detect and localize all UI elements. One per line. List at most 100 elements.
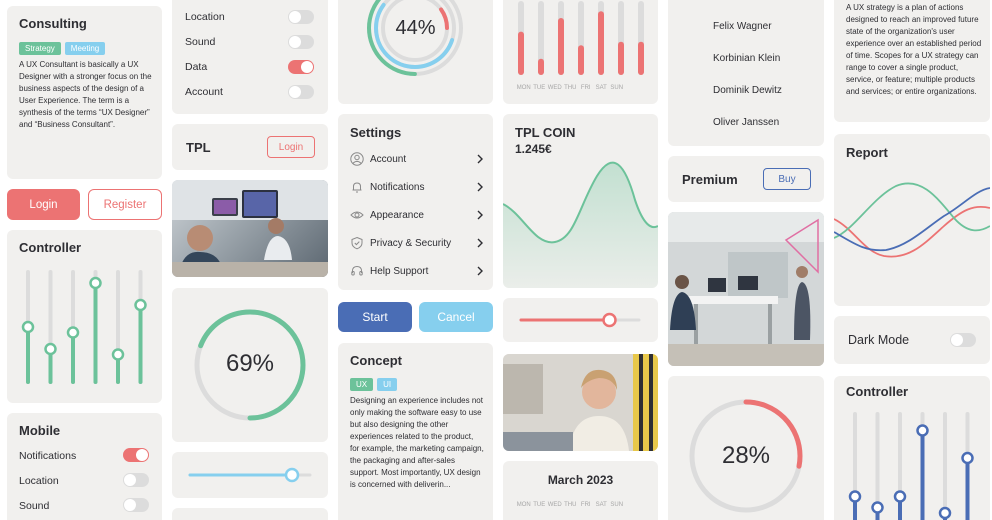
toggle-label-sound: Sound (185, 36, 216, 48)
coin-wave-chart (503, 161, 658, 288)
tpl-card: TPL Login (172, 124, 328, 170)
tag-strategy[interactable]: Strategy (19, 42, 61, 55)
register-button[interactable]: Register (88, 189, 162, 220)
tpl-title: TPL (186, 140, 211, 155)
chevron-right-icon (477, 154, 483, 164)
tpl-login-button[interactable]: Login (267, 136, 315, 158)
progress-28-label: 28% (721, 442, 771, 469)
calendar-card: March 2023 MON TUE WED THU FRI SAT SUN (503, 461, 658, 520)
weekly-bars-card: MON TUE WED THU FRI SAT SUN (503, 0, 658, 104)
strategy-text: A UX strategy is a plan of actions desig… (846, 3, 982, 96)
dark-mode-toggle[interactable] (950, 333, 976, 347)
toggles-card: Location Sound Data Account (172, 0, 328, 114)
slider-blue[interactable] (172, 452, 328, 498)
list-item[interactable]: Felix Wagner (713, 21, 772, 32)
day-label: SUN (610, 85, 624, 91)
concept-tags: UX UI (350, 374, 401, 392)
list-item[interactable]: Dominik Dewitz (713, 85, 782, 96)
dark-mode-label: Dark Mode (848, 333, 910, 347)
mobile-card: Mobile Notifications Location Sound (7, 413, 162, 520)
settings-item-label: Privacy & Security (370, 237, 452, 249)
controller-card-left: Controller (7, 230, 162, 403)
concept-text: Designing an experience includes not onl… (350, 396, 484, 489)
slider-blue-card (172, 452, 328, 498)
mobile-toggle-notifications[interactable] (123, 448, 149, 462)
settings-item-privacy[interactable]: Privacy & Security (350, 233, 484, 253)
calendar-days: MON TUE WED THU FRI SAT SUN (516, 502, 625, 508)
slider-handle (44, 342, 57, 356)
woman-photo-image (503, 354, 658, 451)
slider-handle (848, 490, 862, 503)
premium-title: Premium (682, 172, 738, 187)
progress-69-label: 69% (225, 350, 275, 377)
controller-sliders[interactable] (7, 230, 162, 403)
day-label: TUE (533, 502, 546, 508)
user-icon (350, 152, 364, 166)
tag-ux[interactable]: UX (350, 378, 374, 391)
toggle-account[interactable] (288, 85, 314, 99)
slider-handle (871, 501, 884, 514)
settings-card: Settings Account Notifications Appearanc… (338, 114, 493, 290)
report-wave-chart (834, 182, 990, 258)
settings-item-help[interactable]: Help Support (350, 261, 484, 281)
toggle-sound[interactable] (288, 35, 314, 49)
consulting-text: A UX Consultant is basically a UX Design… (19, 60, 152, 129)
slider-handle (21, 320, 35, 334)
toggle-location[interactable] (288, 10, 314, 24)
settings-title: Settings (350, 125, 402, 140)
bell-icon (352, 182, 362, 193)
day-label: SAT (595, 502, 607, 508)
login-button[interactable]: Login (7, 189, 80, 220)
slider-red[interactable] (503, 298, 658, 342)
mobile-label-sound: Sound (19, 500, 50, 512)
settings-item-label: Account (370, 153, 407, 165)
eye-icon (350, 211, 364, 219)
chevron-right-icon (477, 182, 483, 192)
slider-handle (284, 467, 300, 483)
settings-item-notifications[interactable]: Notifications (350, 177, 484, 197)
list-item[interactable]: Korbinian Klein (713, 53, 780, 64)
slider-handle (66, 326, 80, 339)
mobile-title: Mobile (19, 423, 61, 438)
concept-card: Concept UX UI Designing an experience inc… (338, 343, 493, 520)
coin-card: TPL COIN 1.245€ (503, 114, 658, 288)
chevron-right-icon (477, 238, 483, 248)
toggle-data[interactable] (288, 60, 314, 74)
settings-item-account[interactable]: Account (350, 149, 484, 169)
consulting-title: Consulting (19, 16, 87, 31)
buy-button[interactable]: Buy (763, 168, 811, 190)
cancel-button[interactable]: Cancel (419, 302, 493, 332)
day-label: FRI (580, 85, 591, 91)
slider-handle (89, 276, 102, 290)
settings-item-label: Notifications (370, 181, 425, 193)
toggle-label-data: Data (185, 61, 208, 73)
day-label: SUN (610, 502, 624, 508)
settings-item-appearance[interactable]: Appearance (350, 205, 484, 225)
shield-icon (351, 236, 363, 250)
start-button[interactable]: Start (338, 302, 412, 332)
progress-28-card: 28% (668, 376, 824, 520)
progress-44-card: 44% (338, 0, 493, 104)
slider-handle (916, 424, 929, 437)
tag-meeting[interactable]: Meeting (64, 42, 106, 55)
controller-card-right: Controller (834, 376, 990, 520)
mobile-toggle-sound[interactable] (123, 498, 149, 512)
day-label: WED (547, 502, 562, 508)
chevron-right-icon (477, 210, 483, 220)
weekly-days: MON TUE WED THU FRI SAT SUN (516, 85, 625, 91)
day-label: MON (516, 502, 531, 508)
progress-ring-44 (367, 0, 463, 76)
slider-handle (938, 506, 952, 520)
report-card: Report (834, 134, 990, 306)
tag-ui[interactable]: UI (377, 378, 398, 391)
controller-sliders[interactable] (834, 376, 990, 520)
woman-photo (503, 354, 658, 451)
slider-handle (602, 312, 617, 328)
names-card: Felix Wagner Korbinian Klein Dominik Dew… (668, 0, 824, 146)
day-label: SAT (595, 85, 607, 91)
slider-handle (134, 298, 147, 312)
calendar-title: March 2023 (547, 473, 614, 487)
mobile-toggle-location[interactable] (123, 473, 149, 487)
list-item[interactable]: Oliver Janssen (713, 117, 779, 128)
premium-card: Premium Buy (668, 156, 824, 202)
